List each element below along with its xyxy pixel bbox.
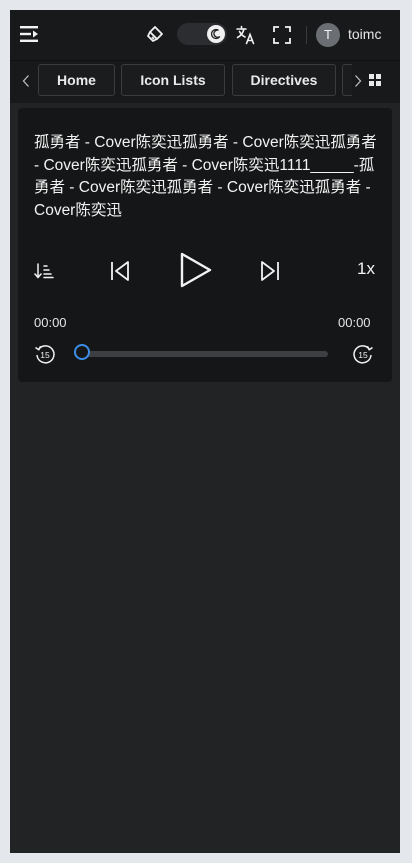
duration: 00:00 — [338, 315, 371, 330]
audio-player-card: 孤勇者 - Cover陈奕迅孤勇者 - Cover陈奕迅孤勇者 - Cover陈… — [18, 108, 392, 382]
next-track-icon[interactable] — [260, 260, 280, 282]
chevron-left-icon[interactable] — [22, 74, 30, 88]
play-icon[interactable] — [179, 251, 213, 289]
tab-home[interactable]: Home — [38, 64, 115, 96]
track-title: 孤勇者 - Cover陈奕迅孤勇者 - Cover陈奕迅孤勇者 - Cover陈… — [34, 134, 377, 219]
forward-15-icon[interactable]: 15 — [352, 343, 374, 365]
username[interactable]: toimc — [348, 26, 381, 42]
current-time: 00:00 — [34, 315, 67, 330]
menu-fold-icon[interactable] — [20, 25, 40, 43]
app-shell: T toimc Home Icon Lists Directives 孤勇者 - — [10, 10, 400, 853]
playlist-order-icon[interactable] — [34, 263, 56, 279]
chevron-right-icon[interactable] — [354, 74, 362, 88]
tab-partial[interactable] — [342, 64, 352, 96]
tab-icon-lists[interactable]: Icon Lists — [121, 64, 225, 96]
avatar[interactable]: T — [316, 23, 340, 47]
fullscreen-icon[interactable] — [273, 26, 291, 44]
tab-label: Home — [57, 72, 96, 88]
clear-cache-icon[interactable] — [146, 25, 164, 43]
progress-track[interactable] — [74, 344, 328, 360]
tab-label: Icon Lists — [140, 72, 206, 88]
skip-forward-label: 15 — [358, 350, 368, 360]
skip-back-label: 15 — [40, 350, 50, 360]
tab-label: Directives — [250, 72, 318, 88]
theme-toggle[interactable] — [177, 23, 227, 45]
tab-bar: Home Icon Lists Directives — [10, 60, 400, 103]
toggle-knob — [207, 25, 225, 43]
grid-menu-icon[interactable] — [369, 74, 381, 86]
tab-directives[interactable]: Directives — [232, 64, 336, 96]
rewind-15-icon[interactable]: 15 — [34, 343, 56, 365]
translate-icon[interactable] — [236, 25, 256, 45]
playback-speed[interactable]: 1x — [357, 259, 375, 279]
progress-thumb[interactable] — [74, 344, 90, 360]
header: T toimc — [10, 10, 400, 60]
header-divider — [306, 26, 307, 44]
previous-track-icon[interactable] — [110, 260, 130, 282]
moon-icon — [210, 28, 221, 40]
